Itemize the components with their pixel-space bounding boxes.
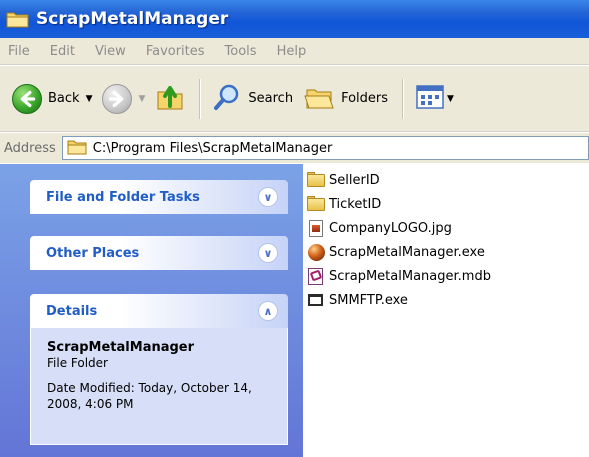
back-button[interactable]: Back ▼ bbox=[8, 78, 96, 120]
address-value: C:\Program Files\ScrapMetalManager bbox=[92, 140, 333, 156]
file-and-folder-tasks-panel: File and Folder Tasks ∨ bbox=[30, 180, 288, 214]
address-field[interactable]: C:\Program Files\ScrapMetalManager bbox=[61, 136, 589, 160]
other-places-panel: Other Places ∨ bbox=[30, 236, 288, 270]
back-dropdown-icon[interactable]: ▼ bbox=[86, 94, 93, 104]
forward-arrow-icon bbox=[102, 83, 133, 114]
file-and-folder-tasks-header[interactable]: File and Folder Tasks ∨ bbox=[30, 180, 288, 214]
search-icon bbox=[212, 82, 242, 115]
details-header[interactable]: Details ∧ bbox=[30, 294, 288, 328]
title-bar[interactable]: ScrapMetalManager bbox=[0, 0, 589, 38]
details-type: File Folder bbox=[47, 356, 108, 370]
menu-help[interactable]: Help bbox=[277, 44, 307, 59]
back-arrow-icon bbox=[12, 83, 42, 114]
task-pane: File and Folder Tasks ∨ Other Places ∨ D… bbox=[0, 164, 303, 457]
views-dropdown-icon[interactable]: ▼ bbox=[447, 94, 454, 104]
folder-icon bbox=[306, 195, 326, 213]
details-body: ScrapMetalManager File Folder Date Modif… bbox=[30, 328, 288, 445]
address-label: Address bbox=[4, 140, 56, 156]
list-item[interactable]: TicketID bbox=[306, 192, 589, 216]
chevron-down-icon[interactable]: ∨ bbox=[258, 187, 278, 207]
back-label: Back bbox=[48, 91, 80, 106]
access-database-icon bbox=[306, 267, 326, 285]
menu-tools[interactable]: Tools bbox=[225, 44, 257, 59]
exe-icon bbox=[306, 243, 326, 261]
folders-icon bbox=[303, 82, 335, 115]
up-folder-icon bbox=[155, 82, 185, 115]
file-name: SMMFTP.exe bbox=[329, 292, 408, 308]
folder-icon bbox=[6, 10, 30, 28]
views-icon bbox=[415, 83, 445, 114]
folders-button[interactable]: Folders bbox=[299, 78, 392, 120]
file-name: TicketID bbox=[329, 196, 382, 212]
up-button[interactable] bbox=[151, 78, 189, 120]
file-name: ScrapMetalManager.mdb bbox=[329, 268, 491, 284]
list-item[interactable]: SMMFTP.exe bbox=[306, 288, 589, 312]
file-name: ScrapMetalManager.exe bbox=[329, 244, 485, 260]
panel-title: Details bbox=[46, 303, 98, 319]
folders-label: Folders bbox=[341, 91, 389, 106]
folder-icon bbox=[306, 171, 326, 189]
details-panel: Details ∧ ScrapMetalManager File Folder … bbox=[30, 294, 288, 445]
menu-favorites[interactable]: Favorites bbox=[146, 44, 205, 59]
chevron-down-icon[interactable]: ∨ bbox=[258, 243, 278, 263]
toolbar-separator bbox=[199, 78, 201, 119]
window-title: ScrapMetalManager bbox=[36, 9, 229, 29]
details-name: ScrapMetalManager bbox=[47, 340, 195, 355]
search-button[interactable]: Search bbox=[208, 78, 297, 120]
menu-edit[interactable]: Edit bbox=[50, 44, 75, 59]
forward-button[interactable]: ▼ bbox=[98, 78, 149, 120]
panel-title: Other Places bbox=[46, 245, 140, 261]
list-item[interactable]: CompanyLOGO.jpg bbox=[306, 216, 589, 240]
toolbar: Back ▼ ▼ Search Folders ▼ bbox=[0, 66, 589, 132]
toolbar-separator bbox=[402, 78, 404, 119]
file-list: SellerID TicketID CompanyLOGO.jpg ScrapM… bbox=[306, 168, 589, 312]
chevron-up-icon[interactable]: ∧ bbox=[258, 301, 278, 321]
application-icon bbox=[306, 291, 326, 309]
file-name: SellerID bbox=[329, 172, 380, 188]
menu-file[interactable]: File bbox=[8, 44, 30, 59]
forward-dropdown-icon[interactable]: ▼ bbox=[138, 94, 145, 104]
panel-title: File and Folder Tasks bbox=[46, 189, 200, 205]
jpg-file-icon bbox=[306, 219, 326, 237]
list-item[interactable]: ScrapMetalManager.exe bbox=[306, 240, 589, 264]
list-item[interactable]: ScrapMetalManager.mdb bbox=[306, 264, 589, 288]
details-date-modified: Date Modified: Today, October 14, 2008, … bbox=[47, 381, 252, 411]
list-item[interactable]: SellerID bbox=[306, 168, 589, 192]
address-bar: Address C:\Program Files\ScrapMetalManag… bbox=[0, 133, 589, 163]
folder-icon bbox=[67, 139, 87, 158]
menu-bar: File Edit View Favorites Tools Help bbox=[0, 38, 589, 65]
other-places-header[interactable]: Other Places ∨ bbox=[30, 236, 288, 270]
file-name: CompanyLOGO.jpg bbox=[329, 220, 452, 236]
views-button[interactable]: ▼ bbox=[411, 78, 458, 120]
search-label: Search bbox=[248, 91, 294, 106]
menu-view[interactable]: View bbox=[95, 44, 126, 59]
